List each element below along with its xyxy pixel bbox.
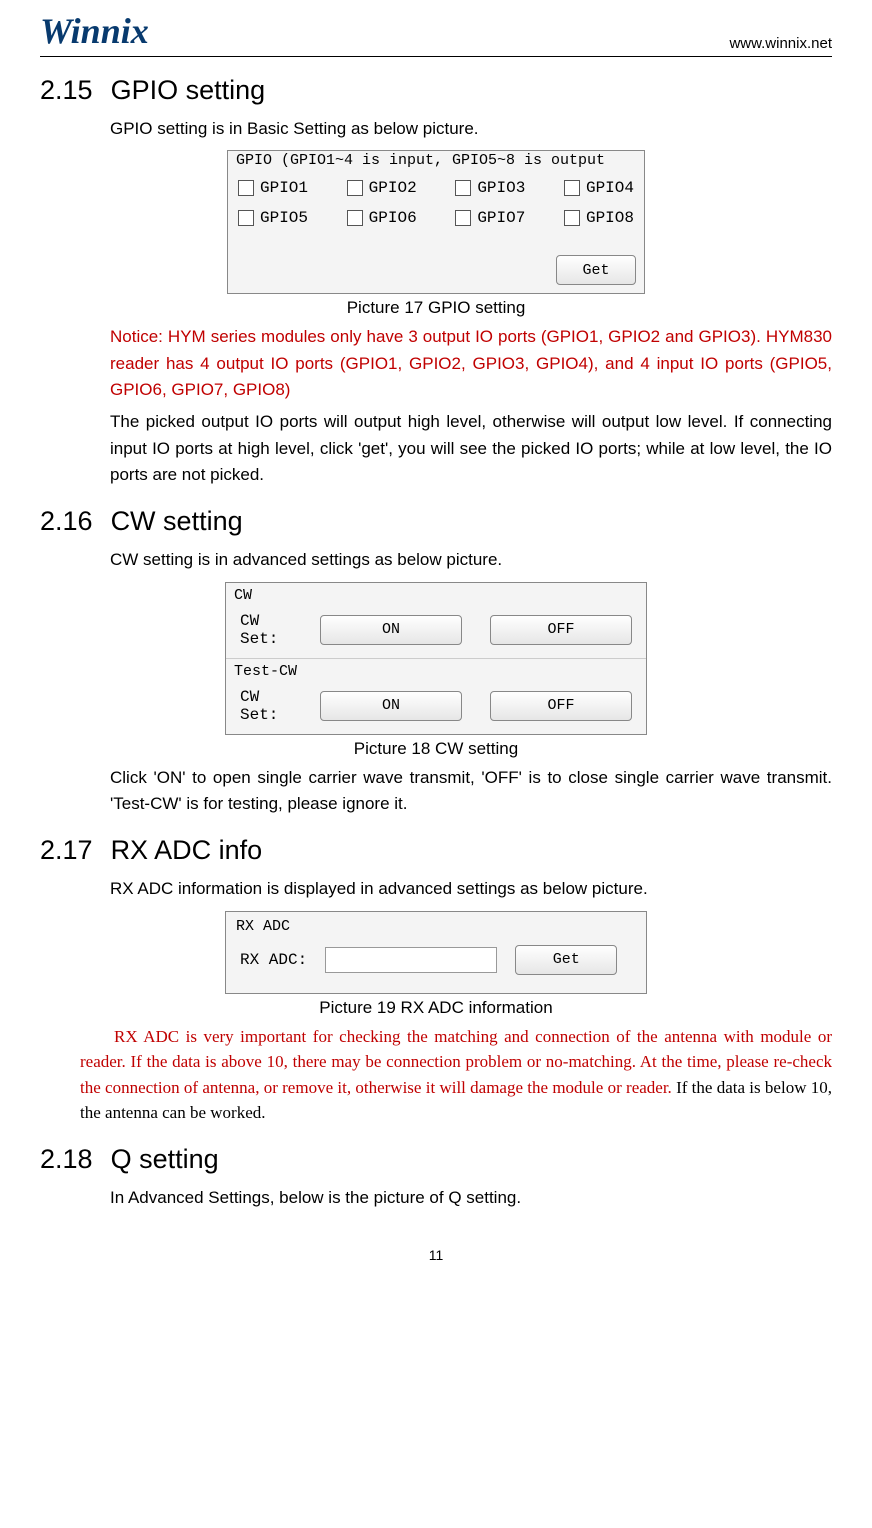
section-number: 2.16 (40, 506, 93, 536)
testcw-off-button[interactable]: OFF (490, 691, 632, 721)
label: GPIO3 (477, 179, 525, 197)
page-number: 11 (40, 1247, 832, 1263)
rxadc-intro: RX ADC information is displayed in advan… (40, 876, 832, 902)
checkbox-icon (455, 210, 471, 226)
gpio2-checkbox[interactable]: GPIO2 (347, 179, 417, 197)
checkbox-icon (347, 180, 363, 196)
gpio-get-button[interactable]: Get (556, 255, 636, 285)
gpio-intro: GPIO setting is in Basic Setting as belo… (40, 116, 832, 142)
section-number: 2.18 (40, 1144, 93, 1174)
rxadc-caption: Picture 19 RX ADC information (40, 998, 832, 1018)
label: GPIO1 (260, 179, 308, 197)
cw-row-label: CW Set: (240, 612, 292, 648)
section-title: GPIO setting (111, 75, 266, 105)
cw-row-label: CW Set: (240, 688, 292, 724)
cw-figure: CW CW Set: ON OFF Test-CW CW Set: ON OFF (225, 582, 647, 735)
checkbox-icon (564, 210, 580, 226)
cw-on-button[interactable]: ON (320, 615, 462, 645)
site-url: www.winnix.net (729, 35, 832, 52)
cw-intro: CW setting is in advanced settings as be… (40, 547, 832, 573)
gpio-caption: Picture 17 GPIO setting (40, 298, 832, 318)
gpio3-checkbox[interactable]: GPIO3 (455, 179, 525, 197)
section-title: CW setting (111, 506, 243, 536)
section-number: 2.15 (40, 75, 93, 105)
checkbox-icon (347, 210, 363, 226)
gpio7-checkbox[interactable]: GPIO7 (455, 209, 525, 227)
rxadc-group-label: RX ADC (226, 914, 646, 941)
label: GPIO6 (369, 209, 417, 227)
gpio-figure: GPIO (GPIO1~4 is input, GPIO5~8 is outpu… (227, 150, 645, 294)
label: GPIO7 (477, 209, 525, 227)
label: GPIO8 (586, 209, 634, 227)
gpio5-checkbox[interactable]: GPIO5 (238, 209, 308, 227)
checkbox-icon (455, 180, 471, 196)
heading-gpio: 2.15 GPIO setting (40, 75, 832, 106)
section-number: 2.17 (40, 835, 93, 865)
gpio-desc: The picked output IO ports will output h… (40, 409, 832, 488)
section-title: RX ADC info (111, 835, 263, 865)
rxadc-get-button[interactable]: Get (515, 945, 617, 975)
rxadc-figure: RX ADC RX ADC: Get (225, 911, 647, 994)
rxadc-warning: RX ADC is very important for checking th… (40, 1024, 832, 1126)
cw-off-button[interactable]: OFF (490, 615, 632, 645)
cw-group-label: CW (226, 583, 646, 604)
label: GPIO4 (586, 179, 634, 197)
gpio4-checkbox[interactable]: GPIO4 (564, 179, 634, 197)
heading-cw: 2.16 CW setting (40, 506, 832, 537)
gpio1-checkbox[interactable]: GPIO1 (238, 179, 308, 197)
cw-desc: Click 'ON' to open single carrier wave t… (40, 765, 832, 818)
label: GPIO5 (260, 209, 308, 227)
gpio-notice: Notice: HYM series modules only have 3 o… (40, 324, 832, 403)
gpio-group-title: GPIO (GPIO1~4 is input, GPIO5~8 is outpu… (236, 152, 636, 169)
checkbox-icon (238, 210, 254, 226)
heading-q: 2.18 Q setting (40, 1144, 832, 1175)
heading-rxadc: 2.17 RX ADC info (40, 835, 832, 866)
label: GPIO2 (369, 179, 417, 197)
q-intro: In Advanced Settings, below is the pictu… (40, 1185, 832, 1211)
gpio8-checkbox[interactable]: GPIO8 (564, 209, 634, 227)
checkbox-icon (564, 180, 580, 196)
rxadc-input[interactable] (325, 947, 497, 973)
section-title: Q setting (111, 1144, 219, 1174)
gpio6-checkbox[interactable]: GPIO6 (347, 209, 417, 227)
testcw-group-label: Test-CW (226, 659, 646, 680)
page-header: Winnix www.winnix.net (40, 0, 832, 57)
testcw-on-button[interactable]: ON (320, 691, 462, 721)
cw-caption: Picture 18 CW setting (40, 739, 832, 759)
logo: Winnix (40, 10, 149, 52)
checkbox-icon (238, 180, 254, 196)
rxadc-row-label: RX ADC: (240, 951, 307, 969)
